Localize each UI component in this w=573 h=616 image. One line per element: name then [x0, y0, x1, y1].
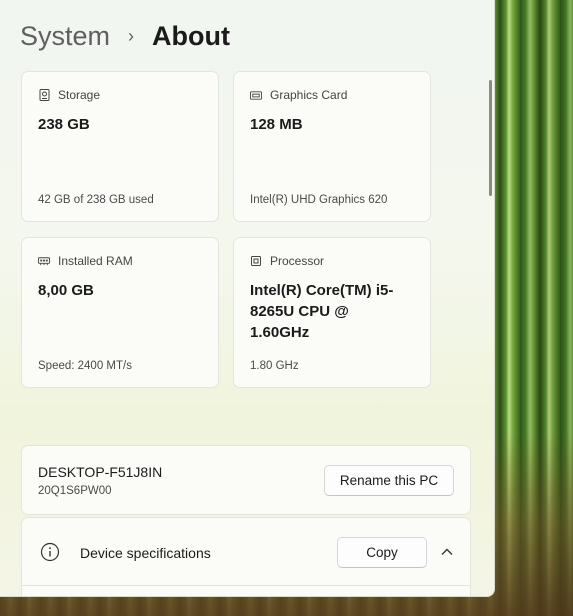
device-specifications-panel[interactable]: Device specifications Copy [21, 517, 471, 596]
spec-card-storage: Storage 238 GB 42 GB of 238 GB used [21, 71, 219, 222]
graphics-value: 128 MB [250, 116, 303, 133]
storage-value: 238 GB [38, 116, 90, 133]
device-specifications-label: Device specifications [80, 545, 211, 561]
spec-card-graphics: Graphics Card 128 MB Intel(R) UHD Graphi… [233, 71, 431, 222]
graphics-card-icon [250, 89, 262, 101]
spec-card-processor: Processor Intel(R) Core(TM) i5-8265U CPU… [233, 237, 431, 388]
pc-name: DESKTOP-F51J8IN [38, 464, 163, 480]
ram-detail: Speed: 2400 MT/s [38, 360, 132, 372]
divider [22, 585, 470, 586]
breadcrumb-system[interactable]: System [20, 21, 110, 52]
breadcrumb-separator: › [128, 25, 135, 46]
graphics-label: Graphics Card [270, 88, 348, 102]
breadcrumb: System › About [20, 18, 230, 54]
graphics-detail: Intel(R) UHD Graphics 620 [250, 194, 388, 206]
rename-pc-button[interactable]: Rename this PC [324, 465, 454, 496]
info-icon [40, 542, 60, 562]
storage-icon [38, 89, 50, 101]
copy-button[interactable]: Copy [337, 537, 427, 568]
settings-window: System › About Storage 238 GB 42 GB of 2… [0, 0, 495, 597]
spec-card-ram: Installed RAM 8,00 GB Speed: 2400 MT/s [21, 237, 219, 388]
storage-detail: 42 GB of 238 GB used [38, 194, 154, 206]
ram-icon [38, 255, 50, 267]
page-title: About [152, 20, 230, 51]
ram-label: Installed RAM [58, 254, 133, 268]
pc-name-panel: DESKTOP-F51J8IN 20Q1S6PW00 Rename this P… [21, 445, 471, 515]
ram-value: 8,00 GB [38, 282, 94, 299]
processor-value: Intel(R) Core(TM) i5-8265U CPU @ 1.60GHz [250, 282, 394, 341]
scrollbar-thumb[interactable] [489, 80, 492, 196]
pc-model: 20Q1S6PW00 [38, 485, 112, 497]
processor-label: Processor [270, 254, 325, 268]
storage-label: Storage [58, 88, 101, 102]
chevron-up-icon[interactable] [440, 545, 454, 559]
processor-icon [250, 255, 262, 267]
processor-detail: 1.80 GHz [250, 360, 299, 372]
